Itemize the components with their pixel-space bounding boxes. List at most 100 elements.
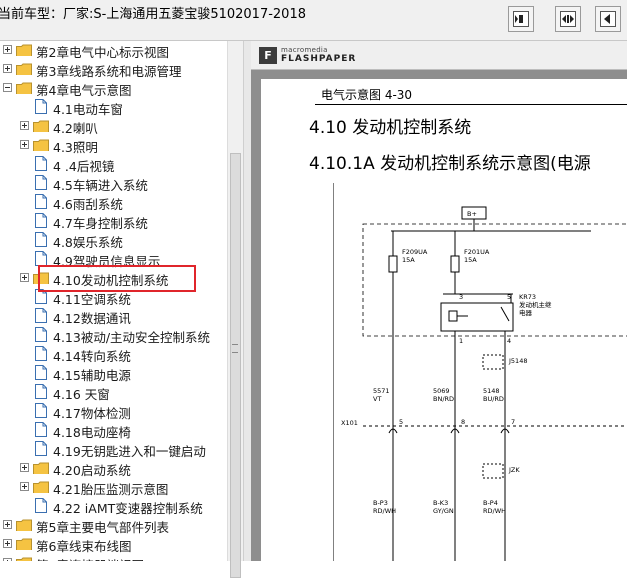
tree-item[interactable]: 4.17物体检测	[0, 402, 227, 421]
wire3-circuit: 5148	[483, 387, 500, 395]
expand-icon[interactable]	[3, 64, 12, 73]
page-prev-button[interactable]	[595, 6, 621, 32]
folder-icon	[16, 519, 32, 531]
scrollbar-thumb[interactable]	[230, 153, 241, 578]
page-fit-button[interactable]	[555, 6, 581, 32]
wire2-circuit: 5069	[433, 387, 450, 395]
tree-item[interactable]: 第2章电气中心标示视图	[0, 41, 227, 60]
tree-item[interactable]: 第5章主要电气部件列表	[0, 516, 227, 535]
tree-item-label: 4.16 天窗	[53, 387, 110, 402]
folder-icon	[33, 139, 49, 151]
tree-item[interactable]: 第3章线路系统和电源管理	[0, 60, 227, 79]
tree-item[interactable]: 第7章连接器端视图	[0, 554, 227, 561]
wire2-color: BN/RD	[433, 395, 454, 403]
folder-icon	[33, 462, 49, 474]
tree-scrollbar[interactable]	[227, 41, 244, 578]
panel-splitter[interactable]	[243, 41, 251, 561]
tree-item-label: 第7章连接器端视图	[36, 555, 144, 561]
tree-item[interactable]: 4.2喇叭	[0, 117, 227, 136]
folder-icon	[16, 538, 32, 550]
tree-item[interactable]: 第4章电气示意图	[0, 79, 227, 98]
folder-icon	[16, 82, 32, 94]
expand-icon[interactable]	[20, 140, 29, 149]
tree-item[interactable]: 4.7车身控制系统	[0, 212, 227, 231]
page-fit-icon	[560, 11, 576, 27]
tree-item[interactable]: 4.19无钥匙进入和一键启动	[0, 440, 227, 459]
bottom2-ref: B-K3	[433, 499, 448, 507]
relay-name: KR73	[519, 293, 536, 301]
expand-icon[interactable]	[20, 463, 29, 472]
document-icon	[35, 232, 47, 247]
j5148-label: J5148	[508, 357, 527, 365]
page-first-button[interactable]	[508, 6, 534, 32]
jzk-connector	[482, 463, 504, 479]
tree-item[interactable]: 4.13被动/主动安全控制系统	[0, 326, 227, 345]
relay-pin-3: 3	[459, 293, 463, 301]
tree-item[interactable]: 4.20启动系统	[0, 459, 227, 478]
folder-icon	[33, 481, 49, 493]
wire1-circuit: 5571	[373, 387, 390, 395]
x101-pin-8: 8	[461, 418, 465, 426]
x101-pin-7: 7	[511, 418, 515, 426]
tree-item-label: 4.17物体检测	[53, 406, 131, 421]
document-icon	[35, 156, 47, 171]
tree-item[interactable]: 4.1电动车窗	[0, 98, 227, 117]
collapse-icon[interactable]	[3, 83, 12, 92]
bottom1-color: RD/WH	[373, 507, 396, 515]
folder-icon	[16, 63, 32, 75]
bottom3-color: RD/WH	[483, 507, 506, 515]
tree-item[interactable]: 4.18电动座椅	[0, 421, 227, 440]
window-title: 当前车型：厂家:S-上海通用五菱宝骏5102017-2018	[0, 7, 306, 22]
tree-item[interactable]: 第6章线束布线图	[0, 535, 227, 554]
expand-icon[interactable]	[20, 482, 29, 491]
folder-icon	[16, 557, 32, 561]
scrollbar-grip-icon	[232, 344, 238, 353]
wire1-color: VT	[373, 395, 381, 403]
logo-small-text: macromedia	[281, 46, 328, 54]
document-icon	[35, 498, 47, 513]
page-first-icon	[513, 11, 529, 27]
expand-icon[interactable]	[3, 520, 12, 529]
tree-item-label: 4.15辅助电源	[53, 368, 131, 383]
tree-item-label: 4.14转向系统	[53, 349, 131, 364]
document-icon	[35, 251, 47, 266]
tree-item-label: 第2章电气中心标示视图	[36, 45, 169, 60]
document-icon	[35, 365, 47, 380]
section-heading: 4.10 发动机控制系统	[309, 118, 472, 138]
document-icon	[35, 327, 47, 342]
wiring-diagram: B+ F209UA 15A F201UA 15A 3 5 1 4 KR73 发动…	[333, 183, 627, 561]
title-bar: 当前车型：厂家:S-上海通用五菱宝骏5102017-2018	[0, 0, 627, 41]
tree-item-label: 第6章线束布线图	[36, 539, 132, 554]
expand-icon[interactable]	[3, 539, 12, 548]
tree-item[interactable]: 4.22 iAMT变速器控制系统	[0, 497, 227, 516]
bottom3-ref: B-P4	[483, 499, 498, 507]
tree-item-label: 4.1电动车窗	[53, 102, 123, 117]
tree-item-label: 4.5车辆进入系统	[53, 178, 148, 193]
tree-item[interactable]: 4.8娱乐系统	[0, 231, 227, 250]
relay-pin-5: 5	[507, 293, 511, 301]
tree-item[interactable]: 4.3照明	[0, 136, 227, 155]
document-icon	[35, 308, 47, 323]
tree-item[interactable]: 4.21胎压监测示意图	[0, 478, 227, 497]
tree-item[interactable]: 4 .4后视镜	[0, 155, 227, 174]
fuse1-rating: 15A	[402, 256, 415, 264]
tree-item[interactable]: 4.5车辆进入系统	[0, 174, 227, 193]
wire3-color: BU/RD	[483, 395, 504, 403]
expand-icon[interactable]	[3, 45, 12, 54]
expand-icon[interactable]	[20, 273, 29, 282]
subsection-heading: 4.10.1A 发动机控制系统示意图(电源	[309, 154, 591, 174]
tree-item[interactable]: 4.14转向系统	[0, 345, 227, 364]
viewer-header: F macromedia FLASHPAPER	[251, 41, 627, 70]
document-icon	[35, 384, 47, 399]
battery-label: B+	[467, 210, 477, 218]
bottom1-ref: B-P3	[373, 499, 388, 507]
expand-icon[interactable]	[20, 121, 29, 130]
fuse2-body	[450, 255, 460, 273]
tree-item[interactable]: 4.12数据通讯	[0, 307, 227, 326]
tree-item-label: 4.22 iAMT变速器控制系统	[53, 501, 203, 516]
tree-item[interactable]: 4.15辅助电源	[0, 364, 227, 383]
tree-item[interactable]: 4.6雨刮系统	[0, 193, 227, 212]
tree-item-label: 4.13被动/主动安全控制系统	[53, 330, 211, 345]
tree-item[interactable]: 4.16 天窗	[0, 383, 227, 402]
folder-icon	[16, 44, 32, 56]
